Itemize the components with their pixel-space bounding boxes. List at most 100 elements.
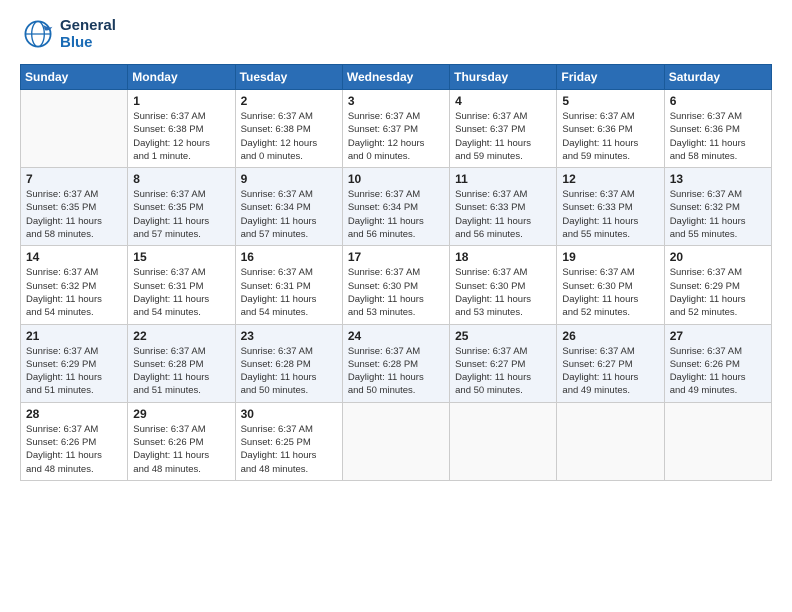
calendar-cell: 11Sunrise: 6:37 AM Sunset: 6:33 PM Dayli…	[450, 168, 557, 246]
calendar-cell: 22 Sunrise: 6:37 AM Sunset: 6:28 PM Dayli…	[128, 324, 235, 402]
calendar-cell: 24 Sunrise: 6:37 AM Sunset: 6:28 PM Dayli…	[342, 324, 449, 402]
day-info: Sunrise: 6:37 AM Sunset: 6:37 PM Dayligh…	[455, 110, 551, 163]
calendar-cell: 28 Sunrise: 6:37 AM Sunset: 6:26 PM Dayli…	[21, 402, 128, 480]
day-number: 30	[241, 407, 337, 421]
calendar-cell	[557, 402, 664, 480]
day-number: 23	[241, 329, 337, 343]
calendar-week-4: 21 Sunrise: 6:37 AM Sunset: 6:29 PM Dayli…	[21, 324, 772, 402]
day-info: Sunrise: 6:37 AM Sunset: 6:26 PM Dayligh…	[670, 345, 766, 398]
calendar-cell: 1 Sunrise: 6:37 AM Sunset: 6:38 PM Daylig…	[128, 90, 235, 168]
day-info: Sunrise: 6:37 AM Sunset: 6:31 PM Dayligh…	[133, 266, 229, 319]
calendar-cell: 6 Sunrise: 6:37 AM Sunset: 6:36 PM Daylig…	[664, 90, 771, 168]
calendar-table: Sunday Monday Tuesday Wednesday Thursday…	[20, 64, 772, 481]
logo-text: General Blue	[60, 17, 116, 51]
day-number: 18	[455, 250, 551, 264]
day-number: 7	[26, 172, 122, 186]
day-number: 9	[241, 172, 337, 186]
day-info: Sunrise: 6:37 AM Sunset: 6:38 PM Dayligh…	[241, 110, 337, 163]
calendar-cell: 30 Sunrise: 6:37 AM Sunset: 6:25 PM Dayli…	[235, 402, 342, 480]
day-number: 24	[348, 329, 444, 343]
calendar-cell: 23 Sunrise: 6:37 AM Sunset: 6:28 PM Dayli…	[235, 324, 342, 402]
calendar-week-3: 14 Sunrise: 6:37 AM Sunset: 6:32 PM Dayli…	[21, 246, 772, 324]
day-info: Sunrise: 6:37 AM Sunset: 6:30 PM Dayligh…	[562, 266, 658, 319]
day-info: Sunrise: 6:37 AM Sunset: 6:38 PM Dayligh…	[133, 110, 229, 163]
day-number: 4	[455, 94, 551, 108]
calendar-week-1: 1 Sunrise: 6:37 AM Sunset: 6:38 PM Daylig…	[21, 90, 772, 168]
day-number: 12	[562, 172, 658, 186]
day-number: 2	[241, 94, 337, 108]
day-number: 21	[26, 329, 122, 343]
day-number: 3	[348, 94, 444, 108]
day-info: Sunrise: 6:37 AM Sunset: 6:32 PM Dayligh…	[670, 188, 766, 241]
day-number: 10	[348, 172, 444, 186]
day-info: Sunrise: 6:37 AM Sunset: 6:35 PM Dayligh…	[133, 188, 229, 241]
calendar-cell: 18 Sunrise: 6:37 AM Sunset: 6:30 PM Dayli…	[450, 246, 557, 324]
header: General Blue	[20, 16, 772, 52]
day-number: 17	[348, 250, 444, 264]
col-friday: Friday	[557, 65, 664, 90]
day-number: 6	[670, 94, 766, 108]
calendar-cell: 9 Sunrise: 6:37 AM Sunset: 6:34 PM Daylig…	[235, 168, 342, 246]
calendar-cell: 19 Sunrise: 6:37 AM Sunset: 6:30 PM Dayli…	[557, 246, 664, 324]
calendar-cell: 29Sunrise: 6:37 AM Sunset: 6:26 PM Dayli…	[128, 402, 235, 480]
calendar-week-5: 28 Sunrise: 6:37 AM Sunset: 6:26 PM Dayli…	[21, 402, 772, 480]
calendar-cell: 14 Sunrise: 6:37 AM Sunset: 6:32 PM Dayli…	[21, 246, 128, 324]
day-info: Sunrise: 6:37 AM Sunset: 6:26 PM Dayligh…	[26, 423, 122, 476]
col-thursday: Thursday	[450, 65, 557, 90]
day-info: Sunrise: 6:37 AM Sunset: 6:29 PM Dayligh…	[670, 266, 766, 319]
day-number: 19	[562, 250, 658, 264]
day-info: Sunrise: 6:37 AM Sunset: 6:32 PM Dayligh…	[26, 266, 122, 319]
day-number: 27	[670, 329, 766, 343]
calendar-cell: 13Sunrise: 6:37 AM Sunset: 6:32 PM Dayli…	[664, 168, 771, 246]
col-tuesday: Tuesday	[235, 65, 342, 90]
day-info: Sunrise: 6:37 AM Sunset: 6:35 PM Dayligh…	[26, 188, 122, 241]
day-info: Sunrise: 6:37 AM Sunset: 6:29 PM Dayligh…	[26, 345, 122, 398]
day-number: 5	[562, 94, 658, 108]
day-info: Sunrise: 6:37 AM Sunset: 6:27 PM Dayligh…	[455, 345, 551, 398]
col-monday: Monday	[128, 65, 235, 90]
day-info: Sunrise: 6:37 AM Sunset: 6:25 PM Dayligh…	[241, 423, 337, 476]
day-number: 28	[26, 407, 122, 421]
day-number: 25	[455, 329, 551, 343]
day-number: 20	[670, 250, 766, 264]
day-info: Sunrise: 6:37 AM Sunset: 6:26 PM Dayligh…	[133, 423, 229, 476]
calendar-cell: 10 Sunrise: 6:37 AM Sunset: 6:34 PM Dayli…	[342, 168, 449, 246]
calendar-cell: 16Sunrise: 6:37 AM Sunset: 6:31 PM Dayli…	[235, 246, 342, 324]
day-info: Sunrise: 6:37 AM Sunset: 6:30 PM Dayligh…	[455, 266, 551, 319]
day-info: Sunrise: 6:37 AM Sunset: 6:28 PM Dayligh…	[133, 345, 229, 398]
calendar-cell: 26Sunrise: 6:37 AM Sunset: 6:27 PM Dayli…	[557, 324, 664, 402]
day-number: 1	[133, 94, 229, 108]
calendar-cell: 27 Sunrise: 6:37 AM Sunset: 6:26 PM Dayli…	[664, 324, 771, 402]
calendar-cell: 3 Sunrise: 6:37 AM Sunset: 6:37 PM Daylig…	[342, 90, 449, 168]
day-number: 16	[241, 250, 337, 264]
calendar-cell: 20 Sunrise: 6:37 AM Sunset: 6:29 PM Dayli…	[664, 246, 771, 324]
day-info: Sunrise: 6:37 AM Sunset: 6:27 PM Dayligh…	[562, 345, 658, 398]
logo: General Blue	[20, 16, 116, 52]
day-info: Sunrise: 6:37 AM Sunset: 6:37 PM Dayligh…	[348, 110, 444, 163]
calendar-cell: 17Sunrise: 6:37 AM Sunset: 6:30 PM Dayli…	[342, 246, 449, 324]
col-wednesday: Wednesday	[342, 65, 449, 90]
header-row: Sunday Monday Tuesday Wednesday Thursday…	[21, 65, 772, 90]
day-number: 14	[26, 250, 122, 264]
day-info: Sunrise: 6:37 AM Sunset: 6:34 PM Dayligh…	[241, 188, 337, 241]
calendar-cell	[450, 402, 557, 480]
calendar-cell: 12Sunrise: 6:37 AM Sunset: 6:33 PM Dayli…	[557, 168, 664, 246]
calendar-cell	[21, 90, 128, 168]
calendar-cell	[664, 402, 771, 480]
day-info: Sunrise: 6:37 AM Sunset: 6:28 PM Dayligh…	[241, 345, 337, 398]
day-info: Sunrise: 6:37 AM Sunset: 6:28 PM Dayligh…	[348, 345, 444, 398]
day-number: 15	[133, 250, 229, 264]
page: General Blue Sunday Monday Tuesday Wedne…	[0, 0, 792, 612]
calendar-cell	[342, 402, 449, 480]
calendar-cell: 21 Sunrise: 6:37 AM Sunset: 6:29 PM Dayli…	[21, 324, 128, 402]
day-number: 8	[133, 172, 229, 186]
calendar-cell: 5Sunrise: 6:37 AM Sunset: 6:36 PM Daylig…	[557, 90, 664, 168]
calendar-cell: 15 Sunrise: 6:37 AM Sunset: 6:31 PM Dayli…	[128, 246, 235, 324]
day-number: 22	[133, 329, 229, 343]
day-info: Sunrise: 6:37 AM Sunset: 6:34 PM Dayligh…	[348, 188, 444, 241]
calendar-cell: 25 Sunrise: 6:37 AM Sunset: 6:27 PM Dayli…	[450, 324, 557, 402]
col-sunday: Sunday	[21, 65, 128, 90]
logo-icon	[20, 16, 56, 52]
calendar-cell: 2 Sunrise: 6:37 AM Sunset: 6:38 PM Daylig…	[235, 90, 342, 168]
day-info: Sunrise: 6:37 AM Sunset: 6:36 PM Dayligh…	[670, 110, 766, 163]
